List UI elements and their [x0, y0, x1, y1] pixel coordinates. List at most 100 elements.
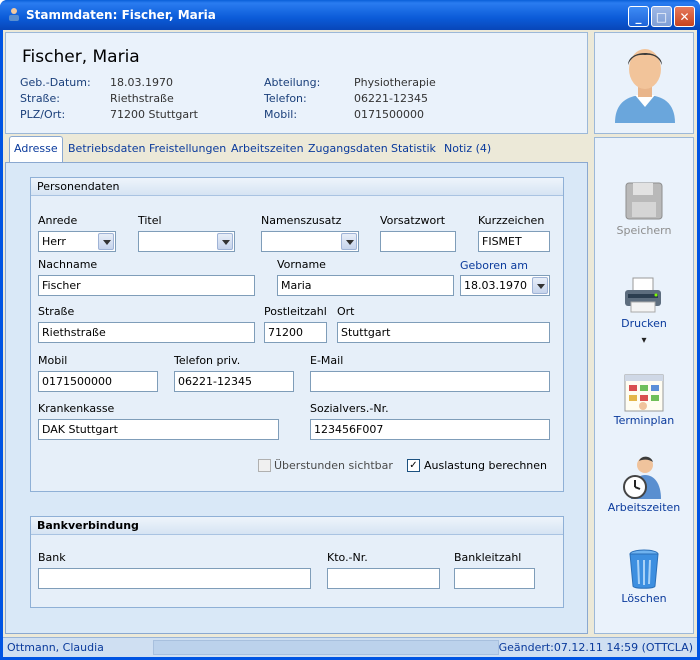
geboren-value: 18.03.1970: [464, 279, 527, 292]
krankenkasse-label: Krankenkasse: [38, 402, 115, 415]
tab-notiz[interactable]: Notiz (4): [440, 137, 495, 161]
avatar-panel: [594, 32, 694, 134]
email-label: E-Mail: [310, 354, 344, 367]
avatar: [615, 49, 675, 123]
strasse-label: Straße: [38, 305, 75, 318]
vorname-field[interactable]: Maria: [277, 275, 454, 296]
birthdate-label: Geb.-Datum:: [20, 76, 91, 89]
titel-label: Titel: [138, 214, 162, 227]
anrede-label: Anrede: [38, 214, 78, 227]
geboren-label: Geboren am: [460, 259, 528, 272]
auslastung-checkbox[interactable]: ✓: [407, 459, 420, 472]
close-button[interactable]: ✕: [674, 6, 695, 27]
sozial-label: Sozialvers.-Nr.: [310, 402, 389, 415]
maximize-icon: □: [655, 9, 668, 24]
drucken-label: Drucken: [621, 317, 667, 330]
tab-zugangsdaten[interactable]: Zugangsdaten: [304, 137, 392, 161]
strasse-field[interactable]: Riethstraße: [38, 322, 255, 343]
blz-label: Bankleitzahl: [454, 551, 522, 564]
header-panel: Fischer, Maria Geb.-Datum: 18.03.1970 St…: [5, 32, 588, 134]
speichern-button[interactable]: Speichern: [595, 176, 693, 240]
status-progress: [153, 640, 499, 655]
status-changed: Geändert:07.12.11 14:59 (OTTCLA): [498, 641, 693, 654]
tab-adresse[interactable]: Adresse: [9, 136, 63, 162]
plz-label: Postleitzahl: [264, 305, 327, 318]
chevron-down-icon[interactable]: [98, 233, 114, 250]
tab-arbeitszeiten[interactable]: Arbeitszeiten: [227, 137, 308, 161]
auslastung-label: Auslastung berechnen: [424, 459, 548, 472]
vorname-label: Vorname: [277, 258, 326, 271]
minimize-icon: _: [635, 9, 642, 24]
title-bar[interactable]: Stammdaten: Fischer, Maria _ □ ✕: [0, 0, 700, 30]
window-title: Stammdaten: Fischer, Maria: [26, 8, 216, 22]
tab-strip: Adresse Betriebsdaten Freistellungen Arb…: [3, 136, 588, 162]
terminplan-button[interactable]: Terminplan: [595, 371, 693, 431]
tab-freistellungen[interactable]: Freistellungen: [145, 137, 230, 161]
ueberstunden-checkbox[interactable]: [258, 459, 271, 472]
nachname-field[interactable]: Fischer: [38, 275, 255, 296]
plz-field[interactable]: 71200: [264, 322, 327, 343]
kto-label: Kto.-Nr.: [327, 551, 368, 564]
namenszusatz-label: Namenszusatz: [261, 214, 342, 227]
city-label: PLZ/Ort:: [20, 108, 66, 121]
telefon-label: Telefon priv.: [174, 354, 241, 367]
sozial-field[interactable]: 123456F007: [310, 419, 550, 440]
save-icon: [625, 182, 663, 220]
arbeitszeiten-label: Arbeitszeiten: [607, 501, 681, 514]
mobil-field[interactable]: 0171500000: [38, 371, 158, 392]
anrede-value: Herr: [42, 235, 66, 248]
street-value: Riethstraße: [110, 92, 174, 105]
checkmark-icon: ✓: [409, 460, 418, 471]
ueberstunden-label: Überstunden sichtbar: [274, 459, 393, 472]
geboren-datepicker[interactable]: 18.03.1970: [460, 275, 550, 296]
telefon-field[interactable]: 06221-12345: [174, 371, 294, 392]
trash-icon: [629, 549, 659, 589]
vorsatzwort-label: Vorsatzwort: [380, 214, 446, 227]
printer-icon: [625, 277, 661, 313]
chevron-down-icon[interactable]: [532, 277, 548, 294]
loeschen-button[interactable]: Löschen: [595, 546, 693, 608]
email-field[interactable]: [310, 371, 550, 392]
tab-betriebsdaten[interactable]: Betriebsdaten: [64, 137, 149, 161]
arbeitszeiten-button[interactable]: Arbeitszeiten: [595, 453, 693, 517]
loeschen-label: Löschen: [621, 592, 667, 605]
department-value: Physiotherapie: [354, 76, 436, 89]
minimize-button[interactable]: _: [628, 6, 649, 27]
drucken-button[interactable]: Drucken ▾: [595, 272, 693, 352]
phone-label: Telefon:: [264, 92, 307, 105]
city-value: 71200 Stuttgart: [110, 108, 198, 121]
bank-field[interactable]: [38, 568, 311, 589]
mobile-value: 0171500000: [354, 108, 424, 121]
namenszusatz-select[interactable]: [261, 231, 359, 252]
personendaten-title: Personendaten: [31, 178, 563, 196]
close-icon: ✕: [679, 9, 690, 24]
tab-statistik[interactable]: Statistik: [387, 137, 440, 161]
person-clock-icon: [623, 456, 661, 499]
titel-select[interactable]: [138, 231, 235, 252]
speichern-label: Speichern: [616, 224, 672, 237]
nachname-label: Nachname: [38, 258, 98, 271]
blz-field[interactable]: [454, 568, 535, 589]
employee-name: Fischer, Maria: [22, 47, 140, 67]
kto-field[interactable]: [327, 568, 440, 589]
mobil-label: Mobil: [38, 354, 68, 367]
maximize-button[interactable]: □: [651, 6, 672, 27]
drucken-dropdown-icon[interactable]: ▾: [594, 335, 694, 346]
calendar-icon: [624, 374, 664, 412]
anrede-select[interactable]: Herr: [38, 231, 116, 252]
birthdate-value: 18.03.1970: [110, 76, 173, 89]
krankenkasse-field[interactable]: DAK Stuttgart: [38, 419, 279, 440]
status-user: Ottmann, Claudia: [7, 641, 104, 654]
kurzzeichen-label: Kurzzeichen: [478, 214, 545, 227]
chevron-down-icon[interactable]: [217, 233, 233, 250]
vorsatzwort-field[interactable]: [380, 231, 456, 252]
terminplan-label: Terminplan: [613, 414, 675, 427]
ort-field[interactable]: Stuttgart: [337, 322, 550, 343]
mobile-label: Mobil:: [264, 108, 298, 121]
street-label: Straße:: [20, 92, 60, 105]
department-label: Abteilung:: [264, 76, 321, 89]
kurzzeichen-field[interactable]: FISMET: [478, 231, 550, 252]
chevron-down-icon[interactable]: [341, 233, 357, 250]
bank-label: Bank: [38, 551, 66, 564]
bank-title: Bankverbindung: [31, 517, 563, 535]
